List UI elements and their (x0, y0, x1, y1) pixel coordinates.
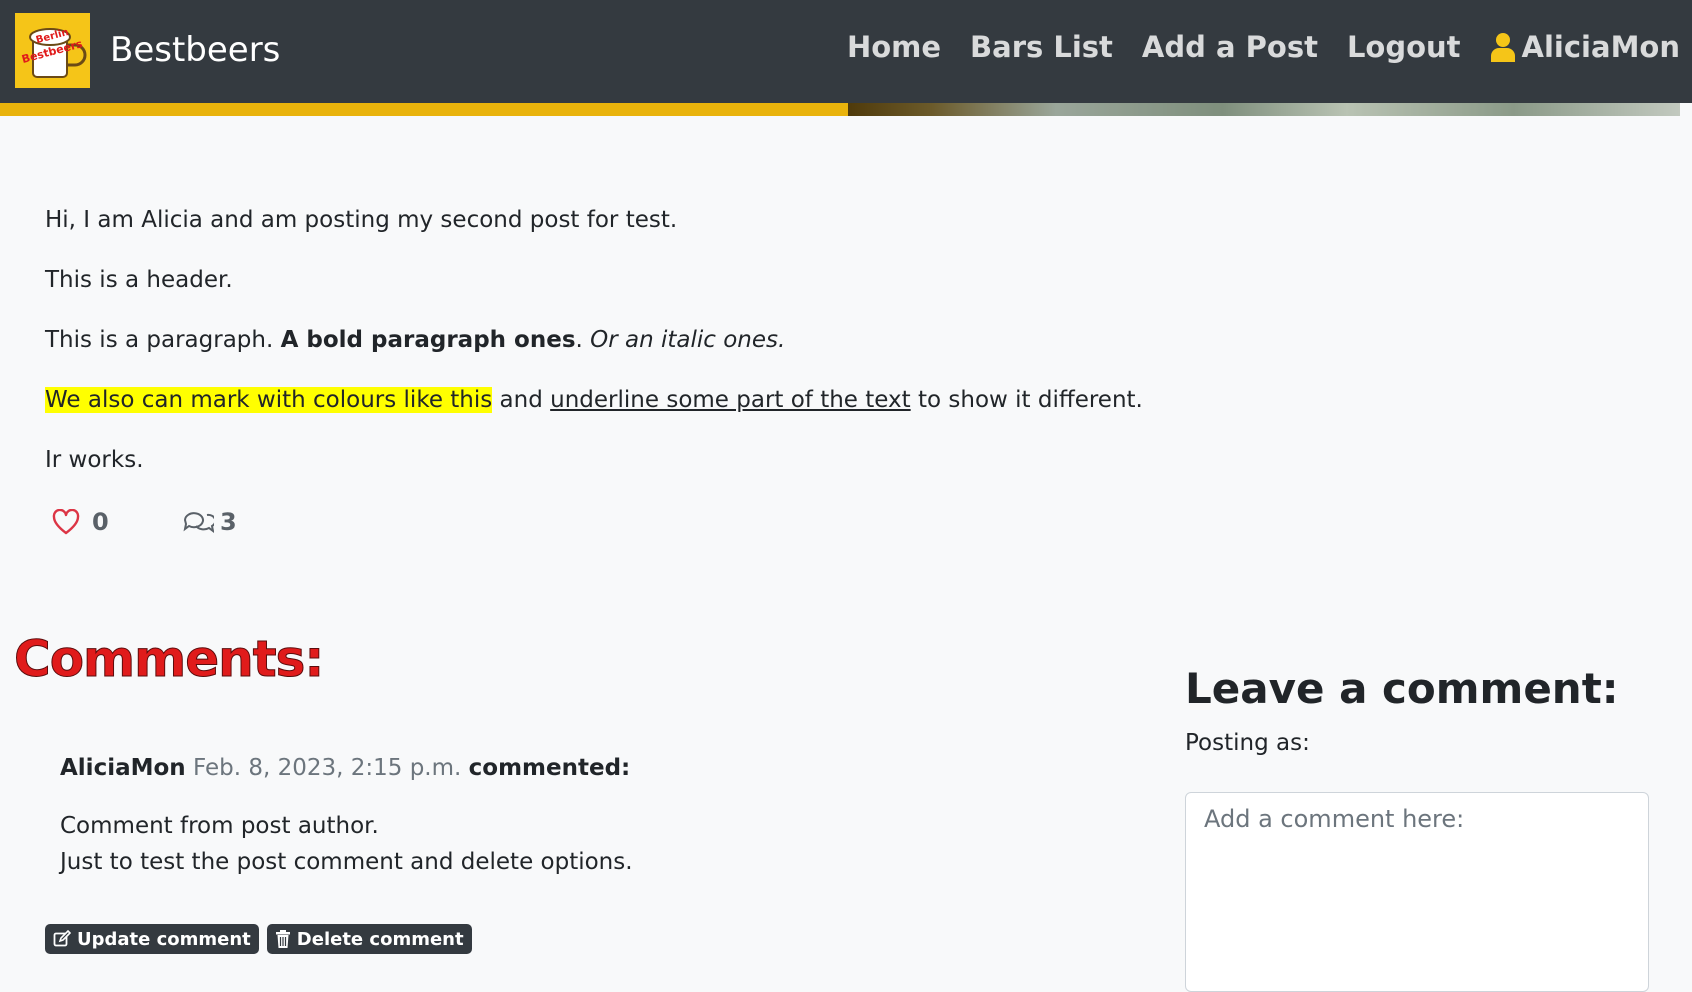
post-line-2: This is a header. (45, 267, 233, 293)
comment-text: Comment from post author. Just to test t… (60, 808, 633, 880)
post-line-3-plain: This is a paragraph. (45, 327, 281, 353)
nav-user-name: AliciaMon (1521, 30, 1680, 64)
hero-strip-yellow (0, 103, 848, 116)
post-line-3-dot: . (575, 327, 591, 353)
comment-actions: Update comment Delete comment (45, 924, 472, 954)
post-line-4-and: and (492, 387, 551, 413)
comment-author: AliciaMon (60, 755, 186, 781)
comment-date: Feb. 8, 2023, 2:15 p.m. (192, 755, 462, 781)
comments-icon (183, 512, 214, 533)
hero-strip (0, 103, 1680, 116)
brand-name[interactable]: Bestbeers (110, 30, 280, 70)
edit-icon (53, 930, 71, 947)
comment-count: 3 (220, 508, 237, 536)
hero-image-edge (848, 103, 1680, 116)
leave-comment-heading: Leave a comment: (1185, 664, 1619, 713)
posting-as-label: Posting as: (1185, 730, 1310, 756)
nav-user[interactable]: AliciaMon (1490, 30, 1680, 64)
post-line-4-underline: underline some part of the text (550, 387, 911, 413)
like-count: 0 (92, 508, 109, 536)
nav-logout[interactable]: Logout (1347, 30, 1461, 64)
nav-home[interactable]: Home (847, 30, 941, 64)
post-line-5: Ir works. (45, 447, 144, 473)
comment-meta: AliciaMon Feb. 8, 2023, 2:15 p.m. commen… (60, 750, 633, 786)
comment-textarea[interactable] (1185, 792, 1649, 992)
post-line-3-bold: A bold paragraph ones (280, 327, 576, 353)
heart-icon[interactable] (52, 509, 80, 535)
user-icon (1490, 33, 1515, 62)
update-comment-button[interactable]: Update comment (45, 924, 259, 954)
comment-text-line-2: Just to test the post comment and delete… (60, 849, 633, 875)
comment-stat: 3 (182, 508, 237, 536)
post-content: Hi, I am Alicia and am posting my second… (45, 205, 1143, 505)
post-stats: 0 3 (52, 508, 237, 536)
post-line-3-italic: Or an italic ones. (590, 327, 786, 353)
nav-links: Home Bars List Add a Post Logout AliciaM… (847, 30, 1680, 64)
nav-bars-list[interactable]: Bars List (970, 30, 1113, 64)
comment-verb: commented: (468, 755, 631, 781)
post-line-1: Hi, I am Alicia and am posting my second… (45, 207, 678, 233)
post-line-3: This is a paragraph. A bold paragraph on… (45, 325, 1143, 355)
trash-icon (275, 930, 290, 948)
delete-comment-button[interactable]: Delete comment (266, 924, 472, 954)
comment-text-line-1: Comment from post author. (60, 813, 379, 839)
like-stat[interactable]: 0 (52, 508, 182, 536)
brand-logo[interactable]: Berlin Bestbeers (15, 13, 90, 88)
post-line-4: We also can mark with colours like this … (45, 385, 1143, 415)
comments-heading: Comments: (13, 630, 324, 689)
comment-item: AliciaMon Feb. 8, 2023, 2:15 p.m. commen… (60, 750, 633, 880)
post-line-4-end: to show it different. (910, 387, 1143, 413)
nav-add-post[interactable]: Add a Post (1142, 30, 1318, 64)
navbar: Berlin Bestbeers Bestbeers Home Bars Lis… (0, 0, 1692, 103)
beer-mug-icon: Berlin Bestbeers (20, 26, 86, 78)
update-comment-label: Update comment (77, 928, 251, 950)
post-line-4-highlight: We also can mark with colours like this (45, 387, 493, 413)
delete-comment-label: Delete comment (296, 928, 464, 950)
